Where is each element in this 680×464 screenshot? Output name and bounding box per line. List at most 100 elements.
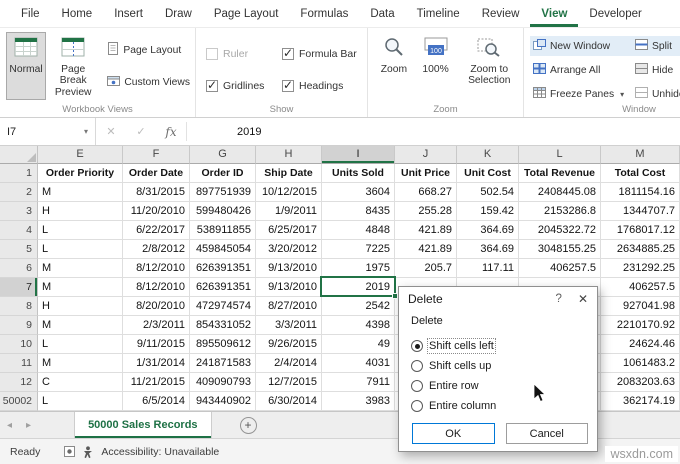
cell-G3[interactable]: 599480426 <box>190 202 256 221</box>
radio-option-entire-row[interactable]: Entire row <box>411 376 585 396</box>
cell-F4[interactable]: 6/22/2017 <box>123 221 190 240</box>
cell-H8[interactable]: 8/27/2010 <box>256 297 322 316</box>
cell-F5[interactable]: 2/8/2012 <box>123 240 190 259</box>
cell-J2[interactable]: 668.27 <box>395 183 457 202</box>
cell-M9[interactable]: 2210170.92 <box>601 316 680 335</box>
cell-I4[interactable]: 4848 <box>322 221 395 240</box>
column-header-J[interactable]: J <box>395 146 457 164</box>
cell-I12[interactable]: 7911 <box>322 373 395 392</box>
headings-checkbox[interactable]: Headings <box>282 76 366 96</box>
formula-bar-checkbox[interactable]: Formula Bar <box>282 44 366 64</box>
radio-button-icon[interactable] <box>411 380 423 392</box>
radio-option-entire-column[interactable]: Entire column <box>411 396 585 416</box>
ribbon-tab-formulas[interactable]: Formulas <box>289 0 359 27</box>
cell-F7[interactable]: 8/12/2010 <box>123 278 190 297</box>
cell-L3[interactable]: 2153286.8 <box>519 202 601 221</box>
cell-K6[interactable]: 117.11 <box>457 259 519 278</box>
column-header-G[interactable]: G <box>190 146 256 164</box>
cell-J4[interactable]: 421.89 <box>395 221 457 240</box>
cell-H6[interactable]: 9/13/2010 <box>256 259 322 278</box>
column-header-F[interactable]: F <box>123 146 190 164</box>
cell-I6[interactable]: 1975 <box>322 259 395 278</box>
cell-H7[interactable]: 9/13/2010 <box>256 278 322 297</box>
column-header-I[interactable]: I <box>322 146 395 164</box>
cell-G1[interactable]: Order ID <box>190 164 256 183</box>
radio-button-icon[interactable] <box>411 360 423 372</box>
row-header-1[interactable]: 1 <box>0 164 38 183</box>
cell-J5[interactable]: 421.89 <box>395 240 457 259</box>
cell-F2[interactable]: 8/31/2015 <box>123 183 190 202</box>
cancel-button[interactable]: Cancel <box>505 423 588 444</box>
normal-view-button[interactable]: Normal <box>6 32 47 100</box>
cell-E9[interactable]: M <box>38 316 123 335</box>
cell-F50002[interactable]: 6/5/2014 <box>123 392 190 411</box>
cell-H5[interactable]: 3/20/2012 <box>256 240 322 259</box>
cell-K5[interactable]: 364.69 <box>457 240 519 259</box>
column-header-K[interactable]: K <box>457 146 519 164</box>
cell-L1[interactable]: Total Revenue <box>519 164 601 183</box>
name-box[interactable]: I7 ▾ <box>0 118 96 145</box>
cell-E8[interactable]: H <box>38 297 123 316</box>
row-header-4[interactable]: 4 <box>0 221 38 240</box>
column-header-L[interactable]: L <box>519 146 601 164</box>
cell-I50002[interactable]: 3983 <box>322 392 395 411</box>
cell-E10[interactable]: L <box>38 335 123 354</box>
cell-G6[interactable]: 626391351 <box>190 259 256 278</box>
cell-E3[interactable]: H <box>38 202 123 221</box>
formula-input[interactable]: 2019 <box>187 118 680 145</box>
cell-H11[interactable]: 2/4/2014 <box>256 354 322 373</box>
cell-H10[interactable]: 9/26/2015 <box>256 335 322 354</box>
ruler-checkbox[interactable]: Ruler <box>206 44 282 64</box>
row-header-3[interactable]: 3 <box>0 202 38 221</box>
ribbon-tab-review[interactable]: Review <box>471 0 531 27</box>
cell-H12[interactable]: 12/7/2015 <box>256 373 322 392</box>
cell-E4[interactable]: L <box>38 221 123 240</box>
cell-J1[interactable]: Unit Price <box>395 164 457 183</box>
cell-M50002[interactable]: 362174.19 <box>601 392 680 411</box>
cell-E7[interactable]: M <box>38 278 123 297</box>
ribbon-tab-timeline[interactable]: Timeline <box>406 0 471 27</box>
cell-I1[interactable]: Units Sold <box>322 164 395 183</box>
arrange-all-button[interactable]: Arrange All <box>530 60 632 80</box>
cell-G50002[interactable]: 943440902 <box>190 392 256 411</box>
cell-H2[interactable]: 10/12/2015 <box>256 183 322 202</box>
cell-J3[interactable]: 255.28 <box>395 202 457 221</box>
dialog-close-icon[interactable]: ✕ <box>578 292 588 306</box>
cell-L4[interactable]: 2045322.72 <box>519 221 601 240</box>
macro-record-icon[interactable] <box>64 446 76 457</box>
cell-I9[interactable]: 4398 <box>322 316 395 335</box>
cell-I2[interactable]: 3604 <box>322 183 395 202</box>
cell-E50002[interactable]: L <box>38 392 123 411</box>
ribbon-tab-view[interactable]: View <box>530 0 578 27</box>
cell-M4[interactable]: 1768017.12 <box>601 221 680 240</box>
cell-H50002[interactable]: 6/30/2014 <box>256 392 322 411</box>
add-sheet-button[interactable]: + <box>239 416 257 434</box>
cell-M10[interactable]: 24624.46 <box>601 335 680 354</box>
hide-button[interactable]: Hide <box>632 60 680 80</box>
cell-M3[interactable]: 1344707.7 <box>601 202 680 221</box>
row-header-7[interactable]: 7 <box>0 278 38 297</box>
dialog-help-button[interactable]: ? <box>556 293 562 305</box>
cell-M11[interactable]: 1061483.2 <box>601 354 680 373</box>
freeze-panes-button[interactable]: Freeze Panes ▾ <box>530 84 632 104</box>
cell-L2[interactable]: 2408445.08 <box>519 183 601 202</box>
cell-M5[interactable]: 2634885.25 <box>601 240 680 259</box>
cell-H9[interactable]: 3/3/2011 <box>256 316 322 335</box>
page-break-preview-button[interactable]: Page Break Preview <box>48 32 98 100</box>
insert-function-icon[interactable]: fx <box>156 118 186 145</box>
cell-G7[interactable]: 626391351 <box>190 278 256 297</box>
row-header-6[interactable]: 6 <box>0 259 38 278</box>
cell-K2[interactable]: 502.54 <box>457 183 519 202</box>
gridlines-checkbox[interactable]: Gridlines <box>206 76 282 96</box>
ok-button[interactable]: OK <box>412 423 495 444</box>
cell-F12[interactable]: 11/21/2015 <box>123 373 190 392</box>
cell-G12[interactable]: 409090793 <box>190 373 256 392</box>
row-header-2[interactable]: 2 <box>0 183 38 202</box>
sheet-tab-50000-sales-records[interactable]: 50000 Sales Records <box>74 412 212 438</box>
cell-G5[interactable]: 459845054 <box>190 240 256 259</box>
ribbon-tab-draw[interactable]: Draw <box>154 0 203 27</box>
cell-K3[interactable]: 159.42 <box>457 202 519 221</box>
cell-F8[interactable]: 8/20/2010 <box>123 297 190 316</box>
cell-M1[interactable]: Total Cost <box>601 164 680 183</box>
name-box-dropdown-icon[interactable]: ▾ <box>84 127 88 136</box>
